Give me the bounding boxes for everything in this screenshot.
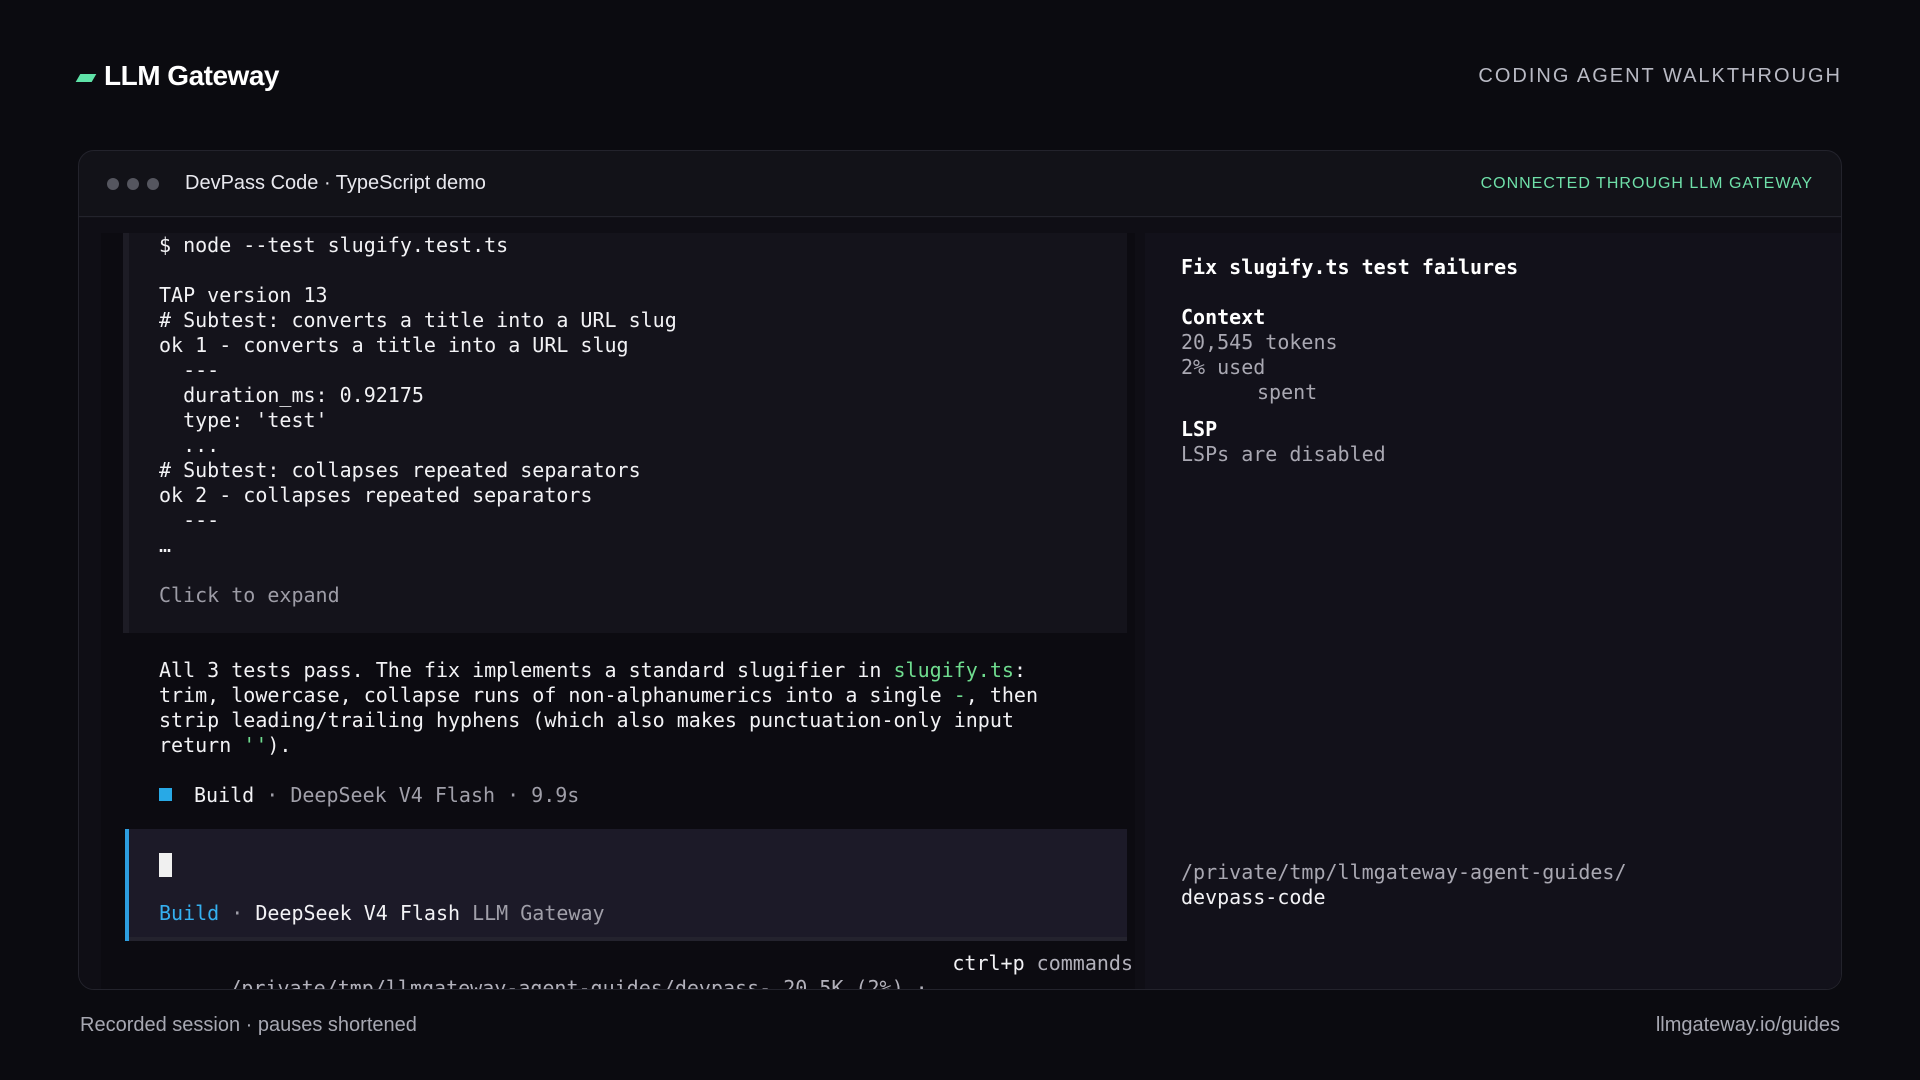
session-title: Fix slugify.ts test failures bbox=[1181, 255, 1519, 279]
window-controls bbox=[107, 177, 159, 190]
session-sidebar: Fix slugify.ts test failures Context 20,… bbox=[1145, 233, 1841, 989]
page-footer: Recorded session · pauses shortened llmg… bbox=[80, 1014, 1840, 1037]
window-title: DevPass Code · TypeScript demo bbox=[185, 172, 486, 194]
summary-text: , then bbox=[965, 683, 1039, 707]
window-close-dot-icon[interactable] bbox=[107, 177, 119, 190]
chat-pane[interactable]: $ node --test slugify.test.ts TAP versio… bbox=[101, 233, 1135, 989]
brand[interactable]: LLM Gateway bbox=[75, 60, 279, 92]
summary-text: : bbox=[1013, 658, 1026, 682]
working-directory-parent: /private/tmp/llmgateway-agent-guides/ bbox=[1181, 860, 1627, 884]
tool-output-text: $ node --test slugify.test.ts TAP versio… bbox=[159, 233, 677, 557]
input-mode[interactable]: Build bbox=[159, 901, 219, 925]
connection-status: CONNECTED THROUGH LLM GATEWAY bbox=[1480, 174, 1813, 192]
summary-text: strip leading/trailing hyphens (which al… bbox=[159, 708, 1014, 732]
status-separator: · bbox=[495, 783, 532, 807]
page-header: LLM Gateway CODING AGENT WALKTHROUGH bbox=[75, 56, 1842, 96]
build-status-square-icon bbox=[159, 788, 172, 801]
summary-text: return bbox=[159, 733, 244, 757]
window-minimize-dot-icon[interactable] bbox=[127, 177, 139, 190]
status-mode: Build bbox=[194, 783, 255, 807]
window-maximize-dot-icon[interactable] bbox=[147, 177, 159, 190]
terminal-area: $ node --test slugify.test.ts TAP versio… bbox=[79, 218, 1841, 989]
status-model: DeepSeek V4 Flash bbox=[290, 783, 496, 807]
shortcut-key: ctrl+p bbox=[952, 951, 1025, 975]
context-used: 2% used bbox=[1181, 355, 1266, 379]
build-status-line: Build · DeepSeek V4 Flash · 9.9s bbox=[159, 783, 579, 808]
commands-shortcut[interactable]: ctrl+p commands bbox=[952, 951, 1133, 976]
terminal-window: DevPass Code · TypeScript demo CONNECTED… bbox=[78, 150, 1842, 990]
bottom-path: /private/tmp/llmgateway-agent-guides/dev… bbox=[229, 976, 928, 990]
context-heading: Context bbox=[1181, 305, 1266, 329]
window-titlebar: DevPass Code · TypeScript demo CONNECTED… bbox=[79, 151, 1841, 217]
input-mode-line: Build · DeepSeek V4 Flash LLM Gateway bbox=[159, 901, 605, 926]
footer-note: Recorded session · pauses shortened bbox=[80, 1014, 417, 1036]
context-spent: spent bbox=[1257, 380, 1318, 404]
input-model[interactable]: DeepSeek V4 Flash bbox=[255, 901, 460, 925]
brand-name: LLM Gateway bbox=[104, 60, 279, 91]
input-provider: LLM Gateway bbox=[460, 901, 605, 925]
brand-logo-icon bbox=[75, 74, 97, 82]
input-separator: · bbox=[219, 901, 256, 925]
summary-dash: - bbox=[953, 683, 966, 707]
lsp-status: LSPs are disabled bbox=[1181, 442, 1386, 466]
status-separator: · bbox=[254, 783, 291, 807]
summary-text: trim, lowercase, collapse runs of non-al… bbox=[159, 683, 954, 707]
assistant-summary: All 3 tests pass. The fix implements a s… bbox=[159, 658, 1119, 758]
prompt-input[interactable]: Build · DeepSeek V4 Flash LLM Gateway bbox=[125, 829, 1127, 941]
summary-file-name: slugify.ts bbox=[893, 658, 1014, 682]
footer-link[interactable]: llmgateway.io/guides bbox=[1656, 1014, 1840, 1037]
shortcut-label: commands bbox=[1024, 951, 1133, 975]
expand-link[interactable]: Click to expand bbox=[159, 583, 340, 608]
tool-output-block[interactable]: $ node --test slugify.test.ts TAP versio… bbox=[123, 233, 1127, 633]
text-cursor bbox=[159, 853, 172, 877]
status-time: 9.9s bbox=[531, 783, 580, 807]
working-directory-name: devpass-code bbox=[1181, 885, 1326, 909]
summary-text: All 3 tests pass. The fix implements a s… bbox=[159, 658, 894, 682]
bottom-status-bar: /private/tmp/llmgateway-agent-guides/dev… bbox=[133, 951, 1133, 989]
header-tag: CODING AGENT WALKTHROUGH bbox=[1478, 64, 1842, 87]
summary-empty-string: '' bbox=[243, 733, 268, 757]
input-divider bbox=[129, 937, 1127, 941]
summary-text: ). bbox=[267, 733, 292, 757]
lsp-heading: LSP bbox=[1181, 417, 1218, 441]
context-tokens: 20,545 tokens bbox=[1181, 330, 1338, 354]
